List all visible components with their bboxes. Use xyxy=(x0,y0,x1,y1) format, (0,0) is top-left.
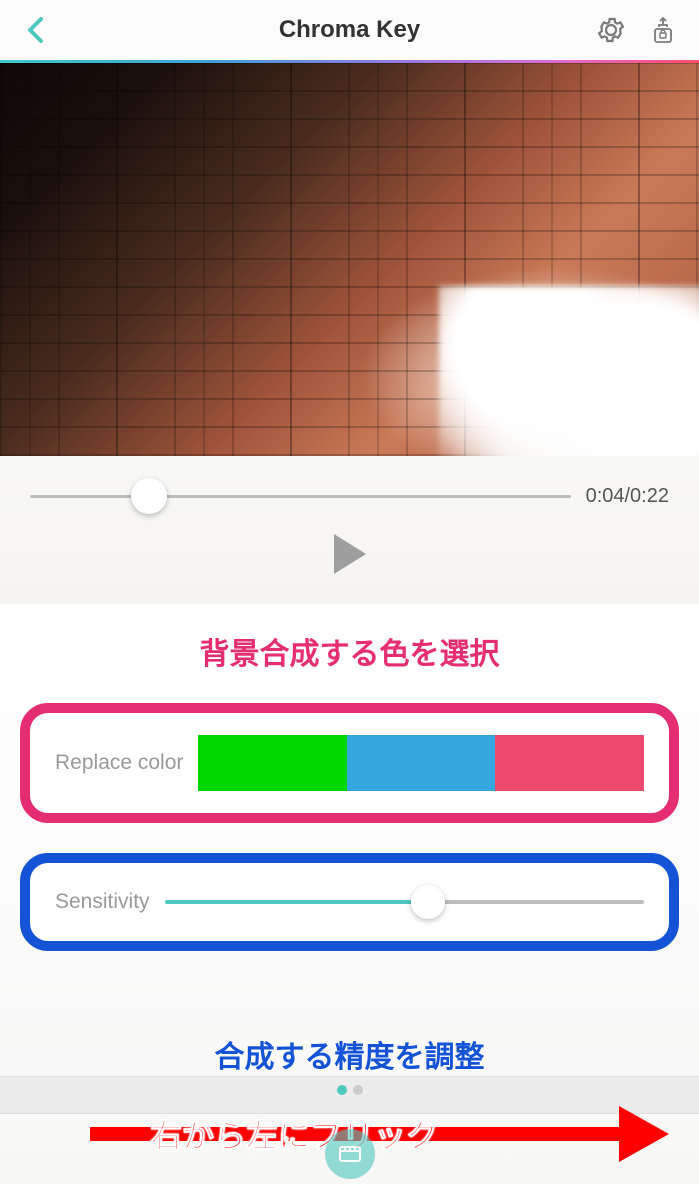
play-button[interactable] xyxy=(334,534,366,574)
time-display: 0:04/0:22 xyxy=(586,485,669,508)
arrow-head-icon xyxy=(619,1106,669,1162)
player-controls: 0:04/0:22 xyxy=(0,456,699,604)
annotation-precision: 合成する精度を調整 xyxy=(30,1032,669,1076)
sensitivity-row: Sensitivity xyxy=(20,853,679,951)
timeline-slider[interactable] xyxy=(30,476,571,516)
annotation-select-color: 背景合成する色を選択 xyxy=(20,629,679,673)
media-icon xyxy=(337,1143,363,1165)
share-lock-icon xyxy=(649,15,677,45)
swatch-blue[interactable] xyxy=(347,735,496,791)
settings-button[interactable] xyxy=(595,14,627,46)
color-swatches xyxy=(198,735,644,791)
timeline-row: 0:04/0:22 xyxy=(30,476,669,516)
cloud-overlay xyxy=(439,286,699,456)
sensitivity-slider[interactable] xyxy=(165,885,644,919)
sensitivity-track xyxy=(165,900,644,904)
video-preview[interactable] xyxy=(0,63,699,456)
page-dot[interactable] xyxy=(337,1085,347,1095)
chevron-left-icon xyxy=(26,16,44,44)
replace-color-row: Replace color xyxy=(20,703,679,823)
gear-icon xyxy=(596,15,626,45)
sensitivity-fill xyxy=(165,900,429,904)
replace-color-label: Replace color xyxy=(55,751,183,775)
swatch-green[interactable] xyxy=(198,735,347,791)
settings-panel: 背景合成する色を選択 Replace color Sensitivity 合成す… xyxy=(0,604,699,1184)
sensitivity-thumb[interactable] xyxy=(411,885,445,919)
swatch-pink[interactable] xyxy=(495,735,644,791)
header-bar: Chroma Key xyxy=(0,0,699,60)
annotation-flick: 右から左にフリック xyxy=(150,1111,438,1157)
play-icon xyxy=(334,534,366,574)
sensitivity-label: Sensitivity xyxy=(55,890,150,914)
page-dot[interactable] xyxy=(353,1085,363,1095)
center-action-button[interactable] xyxy=(325,1129,375,1179)
header-actions xyxy=(595,14,679,46)
export-lock-button[interactable] xyxy=(647,14,679,46)
timeline-track-line xyxy=(30,495,571,498)
page-indicator xyxy=(30,1082,669,1100)
back-button[interactable] xyxy=(20,15,50,45)
timeline-thumb[interactable] xyxy=(131,478,167,514)
